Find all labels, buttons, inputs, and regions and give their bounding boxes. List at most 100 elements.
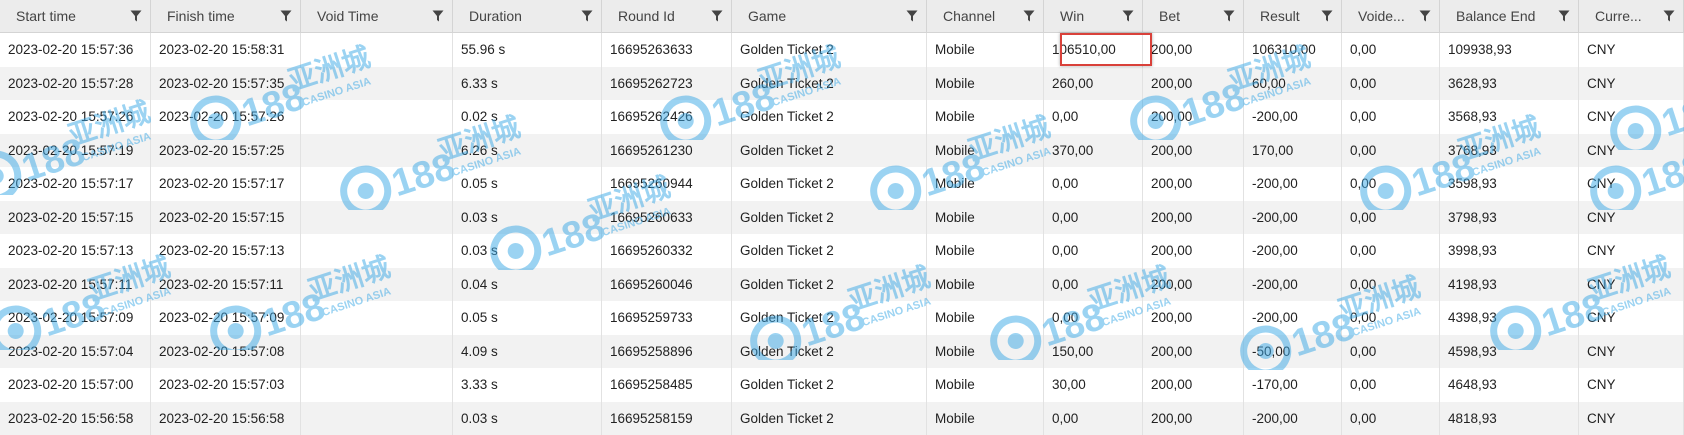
table-row[interactable]: 2023-02-20 15:57:172023-02-20 15:57:170.… bbox=[0, 167, 1684, 201]
filter-funnel-icon[interactable] bbox=[1122, 10, 1134, 22]
cell-bet: 200,00 bbox=[1143, 234, 1244, 268]
cell-game: Golden Ticket 2 bbox=[732, 368, 927, 402]
cell-round: 16695260944 bbox=[602, 167, 732, 201]
table-row[interactable]: 2023-02-20 15:57:192023-02-20 15:57:256.… bbox=[0, 134, 1684, 168]
cell-round: 16695260633 bbox=[602, 201, 732, 235]
filter-funnel-icon[interactable] bbox=[1321, 10, 1333, 22]
cell-win: 0,00 bbox=[1044, 268, 1143, 302]
cell-result: 106310,00 bbox=[1244, 33, 1342, 67]
cell-game: Golden Ticket 2 bbox=[732, 201, 927, 235]
filter-funnel-icon[interactable] bbox=[280, 10, 292, 22]
filter-funnel-icon[interactable] bbox=[1419, 10, 1431, 22]
cell-void bbox=[301, 201, 453, 235]
cell-bet: 200,00 bbox=[1143, 67, 1244, 101]
table-row[interactable]: 2023-02-20 15:57:132023-02-20 15:57:130.… bbox=[0, 234, 1684, 268]
cell-voided: 0,00 bbox=[1342, 234, 1440, 268]
column-header-game[interactable]: Game bbox=[732, 0, 927, 32]
filter-funnel-icon[interactable] bbox=[130, 10, 142, 22]
cell-currency: CNY bbox=[1579, 234, 1684, 268]
table-body: 2023-02-20 15:57:362023-02-20 15:58:3155… bbox=[0, 33, 1684, 435]
cell-duration: 0.03 s bbox=[453, 402, 602, 435]
cell-finish: 2023-02-20 15:57:26 bbox=[151, 100, 301, 134]
cell-result: 60,00 bbox=[1244, 67, 1342, 101]
cell-start: 2023-02-20 15:57:09 bbox=[0, 301, 151, 335]
filter-funnel-icon[interactable] bbox=[1558, 10, 1570, 22]
cell-round: 16695262426 bbox=[602, 100, 732, 134]
cell-bet: 200,00 bbox=[1143, 100, 1244, 134]
cell-currency: CNY bbox=[1579, 201, 1684, 235]
column-header-label: Channel bbox=[943, 8, 995, 24]
cell-voided: 0,00 bbox=[1342, 368, 1440, 402]
column-header-currency[interactable]: Curre... bbox=[1579, 0, 1684, 32]
filter-funnel-icon[interactable] bbox=[1023, 10, 1035, 22]
cell-game: Golden Ticket 2 bbox=[732, 100, 927, 134]
cell-bet: 200,00 bbox=[1143, 335, 1244, 369]
table-row[interactable]: 2023-02-20 15:57:282023-02-20 15:57:356.… bbox=[0, 67, 1684, 101]
table-row[interactable]: 2023-02-20 15:57:002023-02-20 15:57:033.… bbox=[0, 368, 1684, 402]
column-header-channel[interactable]: Channel bbox=[927, 0, 1044, 32]
cell-game: Golden Ticket 2 bbox=[732, 268, 927, 302]
cell-voided: 0,00 bbox=[1342, 33, 1440, 67]
filter-funnel-icon[interactable] bbox=[1223, 10, 1235, 22]
column-header-label: Round Id bbox=[618, 8, 675, 24]
cell-channel: Mobile bbox=[927, 268, 1044, 302]
table-row[interactable]: 2023-02-20 15:57:112023-02-20 15:57:110.… bbox=[0, 268, 1684, 302]
column-header-start[interactable]: Start time bbox=[0, 0, 151, 32]
column-header-win[interactable]: Win bbox=[1044, 0, 1143, 32]
column-header-label: Result bbox=[1260, 8, 1300, 24]
cell-currency: CNY bbox=[1579, 33, 1684, 67]
cell-balance: 3628,93 bbox=[1440, 67, 1579, 101]
filter-funnel-icon[interactable] bbox=[432, 10, 444, 22]
cell-balance: 3768,93 bbox=[1440, 134, 1579, 168]
cell-finish: 2023-02-20 15:56:58 bbox=[151, 402, 301, 435]
filter-funnel-icon[interactable] bbox=[906, 10, 918, 22]
cell-balance: 4198,93 bbox=[1440, 268, 1579, 302]
cell-bet: 200,00 bbox=[1143, 33, 1244, 67]
game-history-table: Start time Finish timeVoid Time Duration Ro… bbox=[0, 0, 1684, 435]
cell-balance: 4598,93 bbox=[1440, 335, 1579, 369]
filter-funnel-icon[interactable] bbox=[1663, 10, 1675, 22]
cell-start: 2023-02-20 15:57:04 bbox=[0, 335, 151, 369]
cell-finish: 2023-02-20 15:57:03 bbox=[151, 368, 301, 402]
column-header-voided[interactable]: Voide... bbox=[1342, 0, 1440, 32]
table-row[interactable]: 2023-02-20 15:56:582023-02-20 15:56:580.… bbox=[0, 402, 1684, 435]
filter-funnel-icon[interactable] bbox=[581, 10, 593, 22]
table-row[interactable]: 2023-02-20 15:57:262023-02-20 15:57:260.… bbox=[0, 100, 1684, 134]
cell-voided: 0,00 bbox=[1342, 201, 1440, 235]
cell-win: 370,00 bbox=[1044, 134, 1143, 168]
column-header-label: Balance End bbox=[1456, 8, 1535, 24]
column-header-round[interactable]: Round Id bbox=[602, 0, 732, 32]
cell-channel: Mobile bbox=[927, 201, 1044, 235]
column-header-duration[interactable]: Duration bbox=[453, 0, 602, 32]
table-row[interactable]: 2023-02-20 15:57:152023-02-20 15:57:150.… bbox=[0, 201, 1684, 235]
column-header-finish[interactable]: Finish time bbox=[151, 0, 301, 32]
column-header-label: Start time bbox=[16, 8, 76, 24]
cell-bet: 200,00 bbox=[1143, 167, 1244, 201]
cell-channel: Mobile bbox=[927, 33, 1044, 67]
cell-voided: 0,00 bbox=[1342, 268, 1440, 302]
table-row[interactable]: 2023-02-20 15:57:092023-02-20 15:57:090.… bbox=[0, 301, 1684, 335]
column-header-label: Curre... bbox=[1595, 8, 1642, 24]
filter-funnel-icon[interactable] bbox=[711, 10, 723, 22]
cell-channel: Mobile bbox=[927, 234, 1044, 268]
table-row[interactable]: 2023-02-20 15:57:042023-02-20 15:57:084.… bbox=[0, 335, 1684, 369]
cell-finish: 2023-02-20 15:57:35 bbox=[151, 67, 301, 101]
column-header-result[interactable]: Result bbox=[1244, 0, 1342, 32]
cell-game: Golden Ticket 2 bbox=[732, 33, 927, 67]
cell-round: 16695259733 bbox=[602, 301, 732, 335]
column-header-balance[interactable]: Balance End bbox=[1440, 0, 1579, 32]
column-header-label: Duration bbox=[469, 8, 522, 24]
cell-finish: 2023-02-20 15:57:15 bbox=[151, 201, 301, 235]
cell-game: Golden Ticket 2 bbox=[732, 301, 927, 335]
table-row[interactable]: 2023-02-20 15:57:362023-02-20 15:58:3155… bbox=[0, 33, 1684, 67]
cell-duration: 0.05 s bbox=[453, 301, 602, 335]
column-header-bet[interactable]: Bet bbox=[1143, 0, 1244, 32]
cell-voided: 0,00 bbox=[1342, 100, 1440, 134]
cell-round: 16695263633 bbox=[602, 33, 732, 67]
column-header-void[interactable]: Void Time bbox=[301, 0, 453, 32]
cell-currency: CNY bbox=[1579, 268, 1684, 302]
cell-channel: Mobile bbox=[927, 100, 1044, 134]
cell-round: 16695260332 bbox=[602, 234, 732, 268]
cell-duration: 0.05 s bbox=[453, 167, 602, 201]
cell-bet: 200,00 bbox=[1143, 134, 1244, 168]
